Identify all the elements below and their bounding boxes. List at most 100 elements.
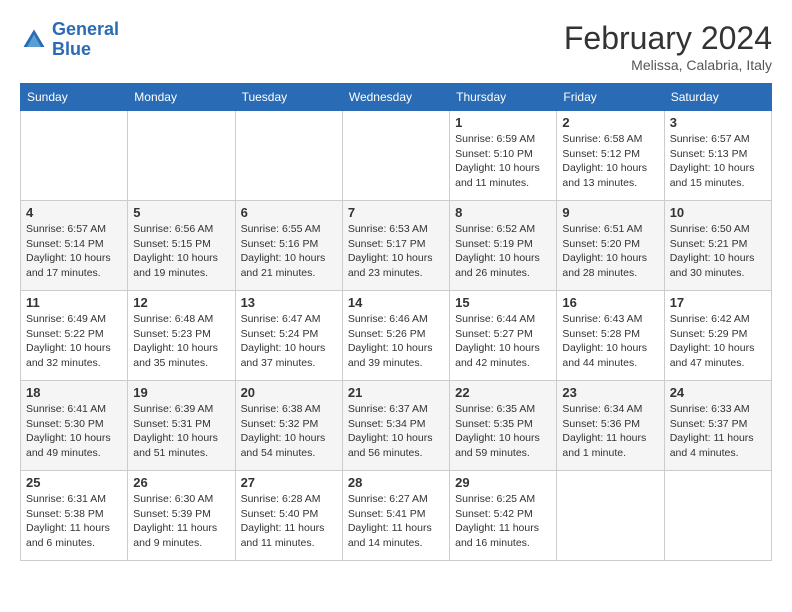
- calendar-cell: 19Sunrise: 6:39 AMSunset: 5:31 PMDayligh…: [128, 381, 235, 471]
- page-header: General Blue February 2024 Melissa, Cala…: [20, 20, 772, 73]
- weekday-header-wednesday: Wednesday: [342, 84, 449, 111]
- calendar-cell: 29 Sunrise: 6:25 AMSunset: 5:42 PMDayligh…: [450, 471, 557, 561]
- calendar-cell: 13 Sunrise: 6:47 AMSunset: 5:24 PMDayligh…: [235, 291, 342, 381]
- day-info: Sunrise: 6:52 AMSunset: 5:19 PMDaylight:…: [455, 222, 551, 281]
- calendar-cell: 10Sunrise: 6:50 AMSunset: 5:21 PMDayligh…: [664, 201, 771, 291]
- day-number: 1: [455, 115, 551, 130]
- weekday-header-monday: Monday: [128, 84, 235, 111]
- calendar-cell: 23 Sunrise: 6:34 AMSunset: 5:36 PMDayligh…: [557, 381, 664, 471]
- day-info: Sunrise: 6:57 AMSunset: 5:13 PMDaylight:…: [670, 132, 766, 191]
- day-info: Sunrise: 6:57 AMSunset: 5:14 PMDaylight:…: [26, 222, 122, 281]
- day-info: Sunrise: 6:43 AMSunset: 5:28 PMDaylight:…: [562, 312, 658, 371]
- calendar-cell: 18 Sunrise: 6:41 AMSunset: 5:30 PMDayligh…: [21, 381, 128, 471]
- day-info: Sunrise: 6:28 AMSunset: 5:40 PMDaylight:…: [241, 492, 337, 551]
- calendar-cell: 25Sunrise: 6:31 AMSunset: 5:38 PMDayligh…: [21, 471, 128, 561]
- logo-line1: General: [52, 19, 119, 39]
- day-number: 17: [670, 295, 766, 310]
- weekday-header-tuesday: Tuesday: [235, 84, 342, 111]
- day-info: Sunrise: 6:31 AMSunset: 5:38 PMDaylight:…: [26, 492, 122, 551]
- logo-text: General Blue: [52, 20, 119, 60]
- calendar-cell: [342, 111, 449, 201]
- location-subtitle: Melissa, Calabria, Italy: [564, 57, 772, 73]
- day-info: Sunrise: 6:55 AMSunset: 5:16 PMDaylight:…: [241, 222, 337, 281]
- calendar-cell: 8 Sunrise: 6:52 AMSunset: 5:19 PMDaylight…: [450, 201, 557, 291]
- calendar-cell: 17Sunrise: 6:42 AMSunset: 5:29 PMDayligh…: [664, 291, 771, 381]
- day-number: 4: [26, 205, 122, 220]
- day-info: Sunrise: 6:48 AMSunset: 5:23 PMDaylight:…: [133, 312, 229, 371]
- day-info: Sunrise: 6:46 AMSunset: 5:26 PMDaylight:…: [348, 312, 444, 371]
- weekday-header-friday: Friday: [557, 84, 664, 111]
- day-number: 29: [455, 475, 551, 490]
- calendar-cell: 14 Sunrise: 6:46 AMSunset: 5:26 PMDayligh…: [342, 291, 449, 381]
- calendar-cell: 22 Sunrise: 6:35 AMSunset: 5:35 PMDayligh…: [450, 381, 557, 471]
- day-info: Sunrise: 6:34 AMSunset: 5:36 PMDaylight:…: [562, 402, 658, 461]
- day-number: 28: [348, 475, 444, 490]
- calendar-table: SundayMondayTuesdayWednesdayThursdayFrid…: [20, 83, 772, 561]
- day-number: 27: [241, 475, 337, 490]
- day-number: 6: [241, 205, 337, 220]
- calendar-header: SundayMondayTuesdayWednesdayThursdayFrid…: [21, 84, 772, 111]
- day-info: Sunrise: 6:50 AMSunset: 5:21 PMDaylight:…: [670, 222, 766, 281]
- calendar-cell: 28 Sunrise: 6:27 AMSunset: 5:41 PMDayligh…: [342, 471, 449, 561]
- calendar-body: 1 Sunrise: 6:59 AMSunset: 5:10 PMDaylight…: [21, 111, 772, 561]
- calendar-cell: 24Sunrise: 6:33 AMSunset: 5:37 PMDayligh…: [664, 381, 771, 471]
- calendar-cell: [557, 471, 664, 561]
- calendar-cell: [21, 111, 128, 201]
- day-number: 13: [241, 295, 337, 310]
- day-number: 3: [670, 115, 766, 130]
- day-number: 22: [455, 385, 551, 400]
- day-info: Sunrise: 6:35 AMSunset: 5:35 PMDaylight:…: [455, 402, 551, 461]
- day-info: Sunrise: 6:59 AMSunset: 5:10 PMDaylight:…: [455, 132, 551, 191]
- calendar-cell: 26Sunrise: 6:30 AMSunset: 5:39 PMDayligh…: [128, 471, 235, 561]
- day-number: 23: [562, 385, 658, 400]
- calendar-cell: 15 Sunrise: 6:44 AMSunset: 5:27 PMDayligh…: [450, 291, 557, 381]
- weekday-header-sunday: Sunday: [21, 84, 128, 111]
- day-number: 21: [348, 385, 444, 400]
- day-number: 8: [455, 205, 551, 220]
- day-number: 15: [455, 295, 551, 310]
- day-info: Sunrise: 6:27 AMSunset: 5:41 PMDaylight:…: [348, 492, 444, 551]
- day-number: 7: [348, 205, 444, 220]
- week-row-3: 11Sunrise: 6:49 AMSunset: 5:22 PMDayligh…: [21, 291, 772, 381]
- day-info: Sunrise: 6:47 AMSunset: 5:24 PMDaylight:…: [241, 312, 337, 371]
- day-number: 14: [348, 295, 444, 310]
- day-number: 9: [562, 205, 658, 220]
- day-number: 26: [133, 475, 229, 490]
- day-info: Sunrise: 6:53 AMSunset: 5:17 PMDaylight:…: [348, 222, 444, 281]
- calendar-cell: 27 Sunrise: 6:28 AMSunset: 5:40 PMDayligh…: [235, 471, 342, 561]
- calendar-cell: 1 Sunrise: 6:59 AMSunset: 5:10 PMDaylight…: [450, 111, 557, 201]
- week-row-4: 18 Sunrise: 6:41 AMSunset: 5:30 PMDayligh…: [21, 381, 772, 471]
- day-info: Sunrise: 6:25 AMSunset: 5:42 PMDaylight:…: [455, 492, 551, 551]
- day-info: Sunrise: 6:38 AMSunset: 5:32 PMDaylight:…: [241, 402, 337, 461]
- logo-line2: Blue: [52, 39, 91, 59]
- day-info: Sunrise: 6:49 AMSunset: 5:22 PMDaylight:…: [26, 312, 122, 371]
- day-number: 16: [562, 295, 658, 310]
- logo: General Blue: [20, 20, 119, 60]
- weekday-header-thursday: Thursday: [450, 84, 557, 111]
- calendar-cell: 2 Sunrise: 6:58 AMSunset: 5:12 PMDaylight…: [557, 111, 664, 201]
- week-row-2: 4 Sunrise: 6:57 AMSunset: 5:14 PMDaylight…: [21, 201, 772, 291]
- day-info: Sunrise: 6:44 AMSunset: 5:27 PMDaylight:…: [455, 312, 551, 371]
- weekday-row: SundayMondayTuesdayWednesdayThursdayFrid…: [21, 84, 772, 111]
- month-title: February 2024: [564, 20, 772, 57]
- day-info: Sunrise: 6:39 AMSunset: 5:31 PMDaylight:…: [133, 402, 229, 461]
- weekday-header-saturday: Saturday: [664, 84, 771, 111]
- day-number: 24: [670, 385, 766, 400]
- day-number: 12: [133, 295, 229, 310]
- calendar-cell: [235, 111, 342, 201]
- day-info: Sunrise: 6:41 AMSunset: 5:30 PMDaylight:…: [26, 402, 122, 461]
- calendar-cell: 3 Sunrise: 6:57 AMSunset: 5:13 PMDaylight…: [664, 111, 771, 201]
- day-info: Sunrise: 6:58 AMSunset: 5:12 PMDaylight:…: [562, 132, 658, 191]
- day-number: 18: [26, 385, 122, 400]
- day-number: 20: [241, 385, 337, 400]
- day-number: 2: [562, 115, 658, 130]
- day-number: 5: [133, 205, 229, 220]
- calendar-cell: 11Sunrise: 6:49 AMSunset: 5:22 PMDayligh…: [21, 291, 128, 381]
- week-row-5: 25Sunrise: 6:31 AMSunset: 5:38 PMDayligh…: [21, 471, 772, 561]
- title-block: February 2024 Melissa, Calabria, Italy: [564, 20, 772, 73]
- day-info: Sunrise: 6:56 AMSunset: 5:15 PMDaylight:…: [133, 222, 229, 281]
- calendar-cell: 7 Sunrise: 6:53 AMSunset: 5:17 PMDaylight…: [342, 201, 449, 291]
- calendar-cell: 9Sunrise: 6:51 AMSunset: 5:20 PMDaylight…: [557, 201, 664, 291]
- calendar-cell: 4 Sunrise: 6:57 AMSunset: 5:14 PMDaylight…: [21, 201, 128, 291]
- calendar-cell: 6 Sunrise: 6:55 AMSunset: 5:16 PMDaylight…: [235, 201, 342, 291]
